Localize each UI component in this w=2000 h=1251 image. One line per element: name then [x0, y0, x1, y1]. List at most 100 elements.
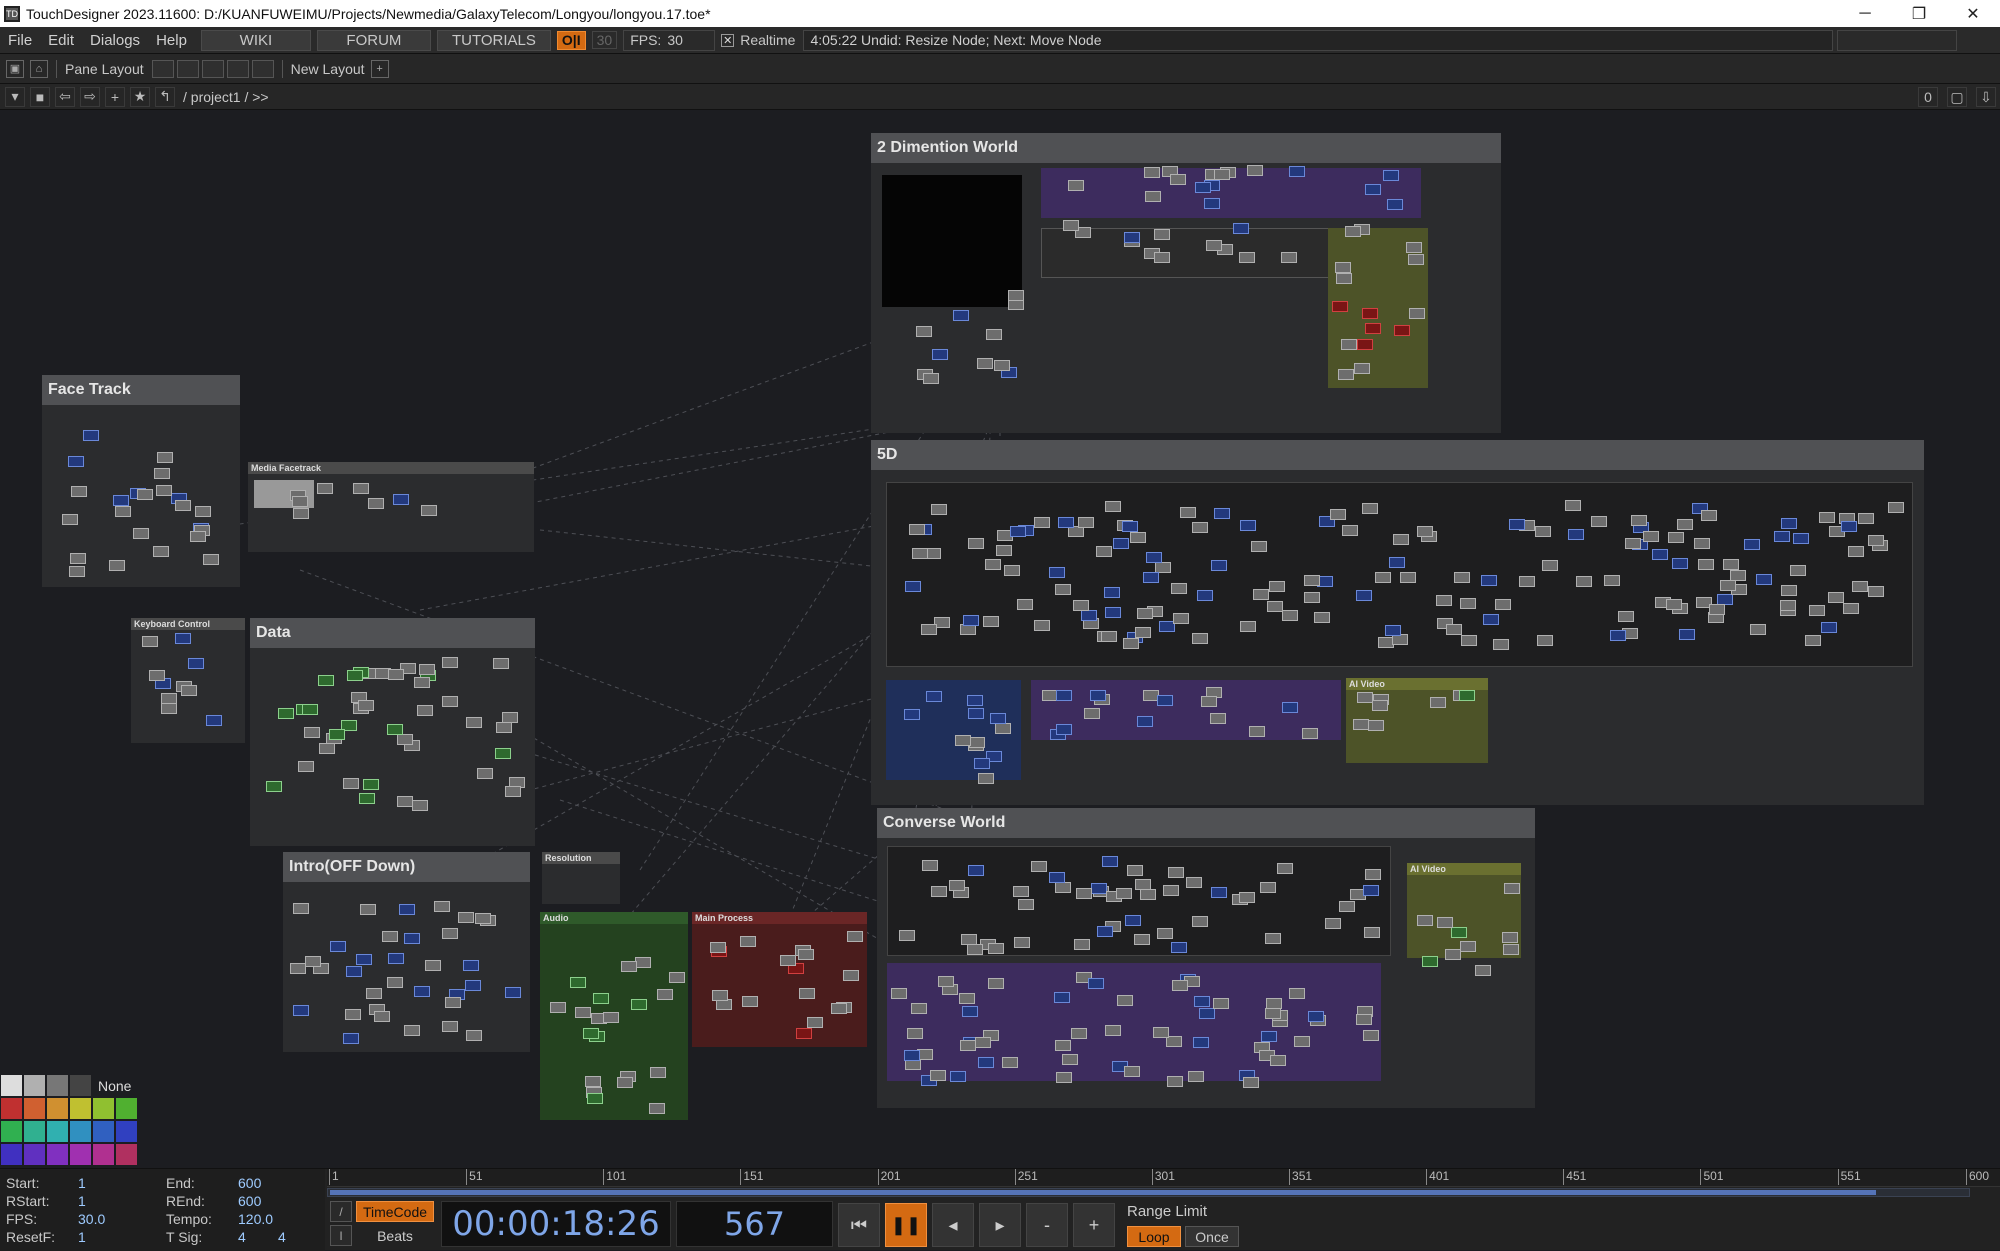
operator-node[interactable] — [1213, 508, 1230, 520]
palette-swatch[interactable] — [69, 1074, 92, 1097]
operator-node[interactable] — [1313, 612, 1330, 624]
operator-node[interactable] — [1121, 521, 1138, 533]
operator-node[interactable] — [967, 943, 984, 955]
operator-node[interactable] — [910, 1003, 927, 1015]
operator-node[interactable] — [1537, 635, 1554, 647]
operator-node[interactable] — [959, 1039, 976, 1051]
operator-node[interactable] — [1335, 273, 1352, 285]
realtime-toggle[interactable]: ✕ Realtime — [721, 32, 795, 48]
frame-display[interactable]: 567 — [676, 1201, 833, 1247]
operator-node[interactable] — [963, 614, 980, 626]
operator-node[interactable] — [360, 904, 377, 916]
operator-node[interactable] — [931, 504, 948, 516]
operator-node[interactable] — [1399, 572, 1416, 584]
operator-node[interactable] — [1002, 1057, 1019, 1069]
operator-node[interactable] — [904, 1050, 920, 1062]
operator-node[interactable] — [1077, 517, 1094, 529]
operator-node[interactable] — [949, 879, 966, 891]
operator-node[interactable] — [1071, 1028, 1088, 1040]
operator-node[interactable] — [293, 903, 310, 915]
slash-toggle[interactable]: / — [330, 1201, 352, 1222]
operator-node[interactable] — [1590, 516, 1607, 528]
operator-node[interactable] — [1135, 627, 1152, 639]
operator-node[interactable] — [952, 310, 969, 322]
operator-node[interactable] — [1503, 882, 1520, 894]
operator-node[interactable] — [1679, 629, 1696, 641]
operator-node[interactable] — [966, 695, 983, 707]
operator-node[interactable] — [587, 1093, 604, 1105]
chevron-down-icon[interactable]: ▾ — [5, 86, 25, 107]
palette-swatch[interactable] — [23, 1143, 46, 1166]
operator-node[interactable] — [1857, 512, 1874, 524]
operator-node[interactable] — [1303, 592, 1320, 604]
operator-node[interactable] — [493, 657, 510, 669]
operator-node[interactable] — [1750, 624, 1767, 636]
operator-node[interactable] — [68, 456, 85, 468]
operator-node[interactable] — [741, 996, 758, 1008]
operator-node[interactable] — [318, 742, 335, 754]
operator-node[interactable] — [1382, 169, 1399, 181]
operator-node[interactable] — [1173, 612, 1190, 624]
operator-node[interactable] — [1301, 727, 1318, 739]
operator-node[interactable] — [329, 729, 346, 741]
maximize-button[interactable]: ❐ — [1892, 0, 1946, 27]
operator-node[interactable] — [1417, 526, 1434, 538]
palette-swatch[interactable] — [92, 1143, 115, 1166]
operator-node[interactable] — [968, 538, 985, 550]
operator-node[interactable] — [367, 497, 384, 509]
operator-node[interactable] — [1417, 915, 1434, 927]
operator-node[interactable] — [994, 723, 1011, 735]
operator-node[interactable] — [1474, 964, 1491, 976]
operator-node[interactable] — [70, 486, 87, 498]
operator-node[interactable] — [1170, 174, 1187, 185]
operator-node[interactable] — [1868, 534, 1885, 546]
menubar-right-field[interactable] — [1837, 29, 1958, 51]
operator-node[interactable] — [1096, 926, 1113, 938]
operator-node[interactable] — [621, 961, 638, 973]
operator-node[interactable] — [1250, 541, 1267, 553]
operator-node[interactable] — [1049, 872, 1066, 884]
operator-node[interactable] — [1105, 607, 1122, 619]
operator-node[interactable] — [418, 664, 435, 676]
operator-node[interactable] — [1804, 635, 1821, 647]
operator-node[interactable] — [1004, 565, 1021, 577]
operator-node[interactable] — [1459, 940, 1476, 952]
operator-node[interactable] — [465, 716, 482, 728]
operator-node[interactable] — [293, 508, 310, 520]
operator-node[interactable] — [132, 528, 149, 540]
operator-node[interactable] — [1061, 1053, 1078, 1065]
operator-node[interactable] — [420, 504, 437, 516]
operator-node[interactable] — [316, 482, 333, 494]
operator-node[interactable] — [937, 976, 954, 988]
operator-node[interactable] — [1362, 307, 1379, 319]
operator-node[interactable] — [1179, 506, 1196, 518]
operator-node[interactable] — [1212, 998, 1229, 1010]
operator-node[interactable] — [142, 636, 159, 648]
operator-node[interactable] — [1610, 629, 1627, 641]
operator-node[interactable] — [955, 734, 972, 746]
operator-node[interactable] — [1374, 571, 1391, 583]
operator-node[interactable] — [1355, 1013, 1372, 1025]
operator-node[interactable] — [1408, 254, 1425, 266]
operator-node[interactable] — [1618, 611, 1635, 623]
operator-node[interactable] — [1145, 191, 1162, 203]
operator-node[interactable] — [374, 1010, 391, 1022]
operator-node[interactable] — [1277, 863, 1294, 875]
operator-node[interactable] — [441, 657, 458, 669]
palette-swatch[interactable] — [0, 1074, 23, 1097]
operator-node[interactable] — [1363, 927, 1380, 939]
operator-node[interactable] — [1058, 516, 1075, 528]
operator-node[interactable] — [1055, 882, 1072, 894]
operator-node[interactable] — [921, 860, 938, 872]
operator-node[interactable] — [1102, 856, 1119, 868]
operator-node[interactable] — [931, 886, 948, 898]
operator-node[interactable] — [462, 960, 479, 972]
operator-node[interactable] — [1056, 723, 1073, 735]
resetf-value[interactable]: 1 — [78, 1229, 166, 1245]
operator-node[interactable] — [1821, 622, 1838, 634]
operator-node[interactable] — [1819, 511, 1836, 523]
operator-node[interactable] — [388, 953, 405, 965]
operator-node[interactable] — [1325, 918, 1342, 930]
operator-node[interactable] — [414, 985, 431, 997]
operator-node[interactable] — [1388, 557, 1405, 569]
